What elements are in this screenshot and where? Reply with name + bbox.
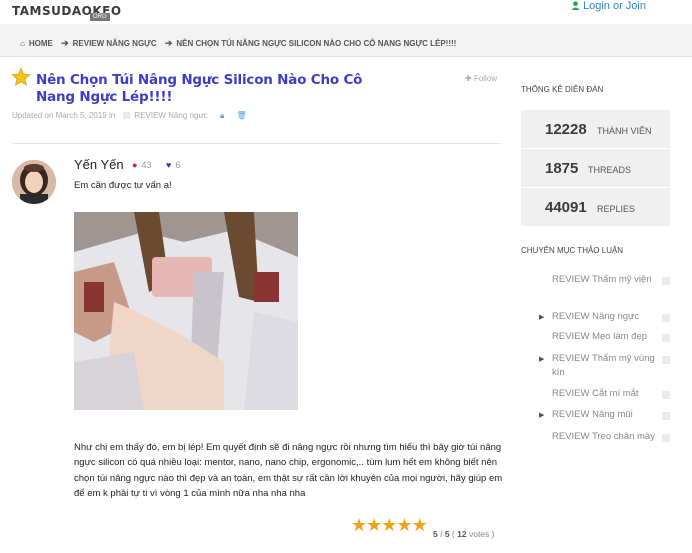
categories-heading: CHUYÊN MỤC THẢO LUẬN bbox=[521, 246, 624, 255]
breadcrumb-category[interactable]: REVIEW Nâng ngực bbox=[73, 39, 157, 48]
category-checkbox[interactable] bbox=[662, 314, 670, 322]
like-count: ♥ 6 bbox=[166, 160, 180, 170]
plus-icon: ✚ bbox=[465, 74, 474, 83]
post-photo bbox=[74, 212, 298, 410]
star-icon bbox=[11, 67, 31, 86]
follow-button[interactable]: ✚ Follow bbox=[465, 74, 497, 83]
rating-stars[interactable]: ★★★★★ bbox=[351, 515, 428, 536]
stat-members: 12228 THÀNH VIÊN bbox=[521, 110, 670, 148]
category-checkbox[interactable] bbox=[662, 434, 670, 442]
post-body: Như chị em thấy đó, em bị lép! Em quyết … bbox=[74, 442, 503, 499]
rating-votes: 12 bbox=[457, 529, 467, 539]
breadcrumb-home[interactable]: HOME bbox=[29, 39, 53, 48]
avatar-image bbox=[12, 160, 56, 204]
star-icon[interactable]: ★ bbox=[366, 515, 382, 535]
caret-right-icon[interactable]: ▶ bbox=[539, 411, 544, 419]
sidebar-item-nang-nguc[interactable]: REVIEW Nâng ngực bbox=[552, 310, 662, 324]
user-icon bbox=[571, 1, 580, 10]
sidebar-item-vung-kin[interactable]: REVIEW Thẩm mỹ vùng kín bbox=[552, 352, 662, 380]
caret-right-icon[interactable]: ▶ bbox=[539, 313, 544, 321]
category-checkbox[interactable] bbox=[662, 334, 670, 342]
post-author[interactable]: Yến Yến bbox=[74, 157, 124, 172]
star-icon[interactable]: ★ bbox=[351, 515, 367, 535]
top-bar: TAMSUDAOKEO ORG Login or Join bbox=[0, 0, 692, 24]
stat-label: REPLIES bbox=[597, 204, 636, 214]
category-checkbox[interactable] bbox=[662, 356, 670, 364]
star-icon[interactable]: ★ bbox=[381, 515, 397, 535]
sidebar-item-nang-mui[interactable]: REVIEW Nâng mũi bbox=[552, 408, 662, 422]
login-link[interactable]: Login or Join bbox=[571, 0, 646, 12]
trash-icon[interactable]: 🗑︎ bbox=[237, 111, 247, 120]
thread-title[interactable]: Nên Chọn Túi Nâng Ngực Silicon Nào Cho C… bbox=[36, 72, 366, 106]
category-checkbox[interactable] bbox=[662, 277, 670, 285]
sidebar-item-treo-chan-may[interactable]: REVIEW Treo chân mày bbox=[552, 430, 662, 444]
sidebar-item-meo-lam-dep[interactable]: REVIEW Mẹo làm đẹp bbox=[552, 330, 662, 344]
breadcrumb: ⌂ HOME ➔ REVIEW Nâng ngực ➔ NÊN CHỌN TÚI NÂ… bbox=[20, 38, 460, 49]
stat-label: THÀNH VIÊN bbox=[597, 126, 652, 136]
stat-threads: 1875 THREADS bbox=[521, 149, 670, 187]
like-count-value: 6 bbox=[175, 160, 181, 170]
site-logo-sub: ORG bbox=[90, 13, 110, 21]
post-image[interactable] bbox=[74, 212, 298, 410]
sidebar-item-cat-mi-mat[interactable]: REVIEW Cắt mí mắt bbox=[552, 387, 662, 401]
breadcrumb-bar: ⌂ HOME ➔ REVIEW Nâng ngực ➔ NÊN CHỌN TÚI NÂ… bbox=[0, 24, 692, 57]
post-intro: Em cần được tư vấn ạ! bbox=[74, 180, 172, 191]
thread-category-link[interactable]: REVIEW Nâng ngực bbox=[134, 111, 207, 120]
stat-value: 1875 bbox=[545, 160, 579, 177]
heart-icon: ♥ bbox=[166, 160, 172, 170]
caret-right-icon[interactable]: ▶ bbox=[539, 355, 544, 363]
rating-summary: 5 / 5 ( 12 votes ) bbox=[433, 529, 495, 539]
comment-count: ● 43 bbox=[132, 160, 151, 170]
category-checkbox[interactable] bbox=[662, 391, 670, 399]
stats-box: 12228 THÀNH VIÊN 1875 THREADS 44091 REPL… bbox=[521, 110, 670, 226]
avatar[interactable] bbox=[12, 160, 56, 204]
thread-meta: Updated on March 5, 2019 in REVIEW Nâng … bbox=[12, 111, 247, 121]
comment-icon: ● bbox=[132, 160, 138, 170]
star-icon[interactable]: ★ bbox=[396, 515, 412, 535]
arrow-right-icon: ➔ bbox=[164, 38, 173, 48]
stat-value: 44091 bbox=[545, 199, 587, 216]
rating-votes-label: votes bbox=[468, 529, 490, 539]
divider bbox=[12, 143, 501, 144]
follow-label: Follow bbox=[473, 74, 498, 83]
category-icon bbox=[123, 112, 131, 119]
stats-heading: THỐNG KÊ DIỄN ĐÀN bbox=[521, 85, 604, 94]
star-icon[interactable]: ★ bbox=[412, 515, 428, 535]
lock-icon[interactable]: 🔒︎ bbox=[220, 111, 224, 120]
updated-text: Updated on March 5, 2019 in bbox=[12, 111, 116, 120]
home-icon: ⌂ bbox=[20, 39, 25, 48]
arrow-right-icon: ➔ bbox=[61, 38, 69, 48]
stat-replies: 44091 REPLIES bbox=[521, 188, 670, 226]
comment-count-value: 43 bbox=[141, 160, 152, 170]
stat-label: THREADS bbox=[588, 165, 632, 175]
sidebar-item-tham-my-vien[interactable]: REVIEW Thẩm mỹ viện bbox=[552, 273, 662, 287]
rating-max: 5 bbox=[444, 529, 450, 539]
breadcrumb-current[interactable]: NÊN CHỌN TÚI NÂNG NGỰC SILICON NÀO CHO C… bbox=[176, 39, 456, 48]
rating-value: 5 bbox=[433, 529, 438, 539]
category-checkbox[interactable] bbox=[662, 412, 670, 420]
stat-value: 12228 bbox=[545, 121, 587, 138]
login-label: Login or Join bbox=[583, 0, 646, 12]
